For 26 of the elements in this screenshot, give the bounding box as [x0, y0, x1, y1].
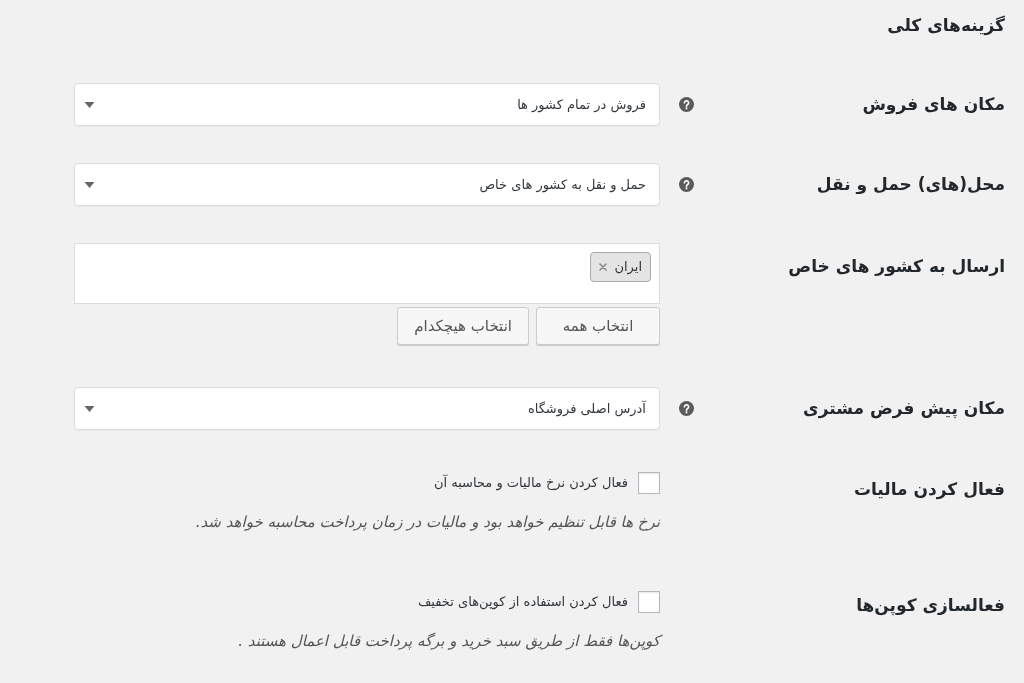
field-description: نرخ ها قابل تنظیم خواهد بود و مالیات در زمان پرداخت محاسبه خواهد شد.	[195, 512, 660, 533]
field-label: ارسال به کشور های خاص	[788, 256, 1005, 276]
checkbox-label[interactable]: فعال کردن استفاده از کوپن‌های تخفیف	[417, 592, 628, 612]
select-button[interactable]: انتخاب هیچکدام	[397, 307, 529, 345]
checkbox-label[interactable]: فعال کردن نرخ مالیات و محاسبه آن	[433, 473, 628, 493]
dropdown-select[interactable]: فروش در تمام کشور ها	[74, 83, 660, 126]
select-button[interactable]: انتخاب همه	[536, 307, 660, 345]
field-label: مکان های فروش	[862, 94, 1005, 114]
caret-icon	[84, 101, 95, 108]
checkbox[interactable]	[638, 472, 660, 494]
help-icon[interactable]	[679, 177, 694, 192]
checkbox[interactable]	[638, 591, 660, 613]
section-heading: گزینه‌های کلی	[887, 14, 1005, 37]
help-icon[interactable]	[679, 97, 694, 112]
field-label: محل(های) حمل و نقل	[816, 174, 1005, 194]
field-label: مکان پیش فرض مشتری	[803, 398, 1005, 418]
country-tag: ایران	[590, 252, 651, 282]
multiselect-field[interactable]: ایران	[74, 243, 660, 304]
field-label: فعالسازی کوپن‌ها	[856, 595, 1005, 615]
caret-icon	[84, 181, 95, 188]
help-icon[interactable]	[679, 401, 694, 416]
dropdown-select[interactable]: آدرس اصلی فروشگاه	[74, 387, 660, 430]
caret-icon	[84, 405, 95, 412]
dropdown-select[interactable]: حمل و نقل به کشور های خاص	[74, 163, 660, 206]
remove-icon[interactable]	[599, 263, 608, 271]
field-label: فعال کردن مالیات	[853, 479, 1005, 499]
